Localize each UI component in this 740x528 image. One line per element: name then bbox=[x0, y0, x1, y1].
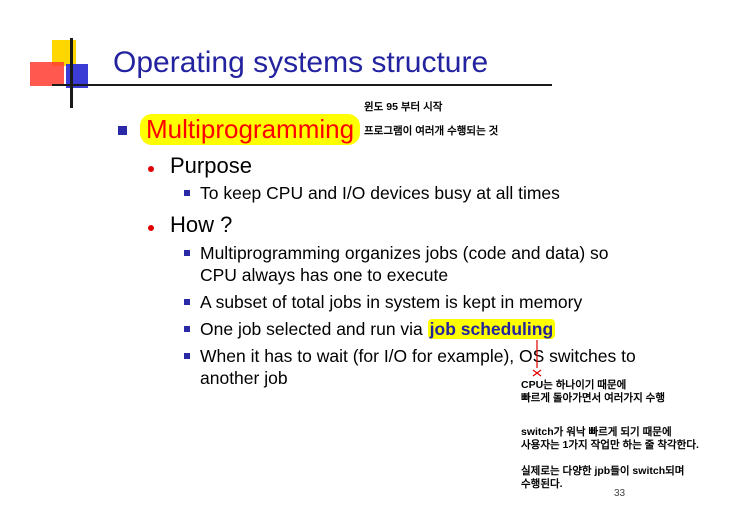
logo-red-square bbox=[30, 62, 64, 86]
small-square-bullet-icon bbox=[184, 190, 190, 196]
annotation-cpu-2: 빠르게 돌아가면서 여러가지 수행 bbox=[521, 392, 665, 404]
red-pen-mark bbox=[532, 340, 542, 377]
how-item-1-line1: Multiprogramming organizes jobs (code an… bbox=[200, 243, 609, 263]
square-bullet-icon bbox=[118, 126, 127, 135]
round-bullet-icon bbox=[148, 166, 154, 172]
annotation-multiple-programs: 프로그램이 여러개 수행되는 것 bbox=[364, 125, 499, 137]
how-item-3-text: One job selected and run via bbox=[200, 319, 423, 339]
small-square-bullet-icon bbox=[184, 353, 190, 359]
page-number: 33 bbox=[614, 488, 626, 499]
small-square-bullet-icon bbox=[184, 250, 190, 256]
annotation-real-2: 수행된다. bbox=[521, 478, 563, 490]
how-item-4-line2: another job bbox=[200, 368, 288, 388]
small-square-bullet-icon bbox=[184, 299, 190, 305]
annotation-switch-1: switch가 워낙 빠르게 되기 때문에 bbox=[521, 426, 672, 438]
how-item-2: A subset of total jobs in system is kept… bbox=[200, 292, 583, 312]
job-scheduling-highlight: job scheduling bbox=[427, 319, 556, 339]
how-item-3: One job selected and run via job schedul… bbox=[200, 318, 556, 340]
how-item-1-line2: CPU always has one to execute bbox=[200, 265, 449, 285]
section-heading-purpose: Purpose bbox=[170, 153, 252, 178]
annotation-windows95: 윈도 95 부터 시작 bbox=[364, 101, 443, 113]
small-square-bullet-icon bbox=[184, 326, 190, 332]
round-bullet-icon bbox=[148, 225, 154, 231]
title-underline bbox=[52, 84, 552, 86]
logo-vertical-line bbox=[70, 38, 73, 108]
section-heading-how: How ? bbox=[170, 212, 233, 237]
main-bullet-multiprogramming: Multiprogramming bbox=[140, 114, 361, 145]
annotation-switch-2: 사용자는 1가지 작업만 하는 줄 착각한다. bbox=[521, 439, 699, 451]
how-item-4-line1: When it has to wait (for I/O for example… bbox=[200, 346, 636, 366]
purpose-item: To keep CPU and I/O devices busy at all … bbox=[200, 183, 560, 203]
annotation-cpu-1: CPU는 하나이기 때문에 bbox=[521, 379, 627, 391]
slide-title: Operating systems structure bbox=[113, 46, 489, 79]
annotation-real-1: 실제로는 다양한 jpb들이 switch되며 bbox=[521, 465, 685, 477]
